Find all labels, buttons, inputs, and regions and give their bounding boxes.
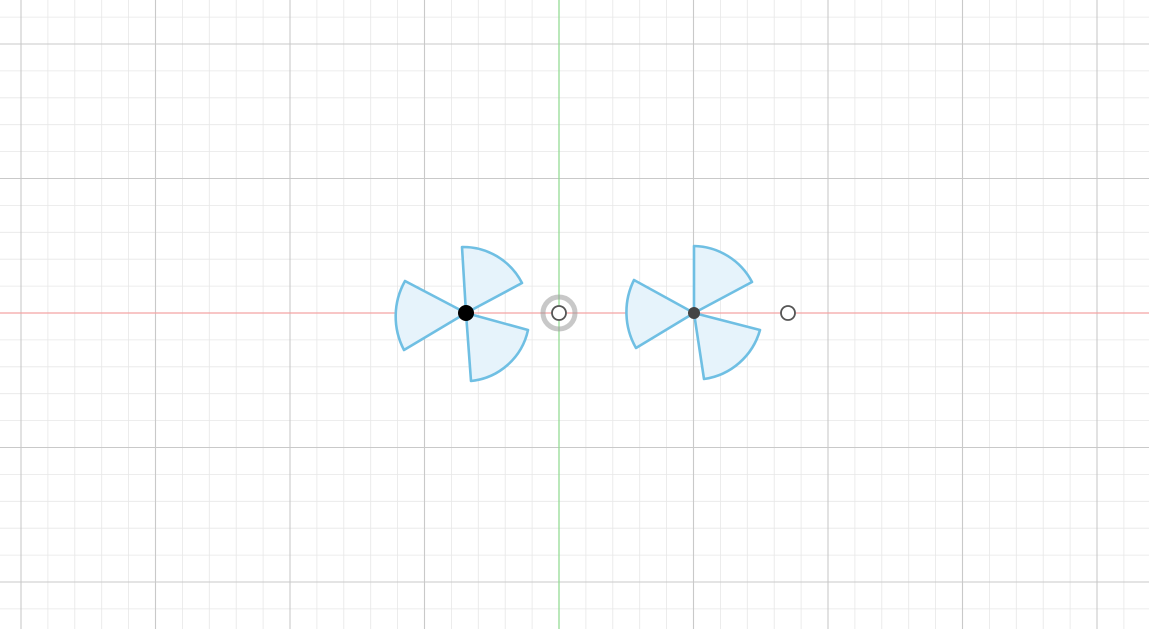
center-point-left[interactable] xyxy=(458,305,474,321)
center-point-right[interactable] xyxy=(688,307,700,319)
sketch-canvas[interactable] xyxy=(0,0,1149,629)
origin-point-marker[interactable] xyxy=(551,305,567,321)
sketch-viewport[interactable] xyxy=(0,0,1149,629)
sketch-point-right[interactable] xyxy=(780,305,796,321)
